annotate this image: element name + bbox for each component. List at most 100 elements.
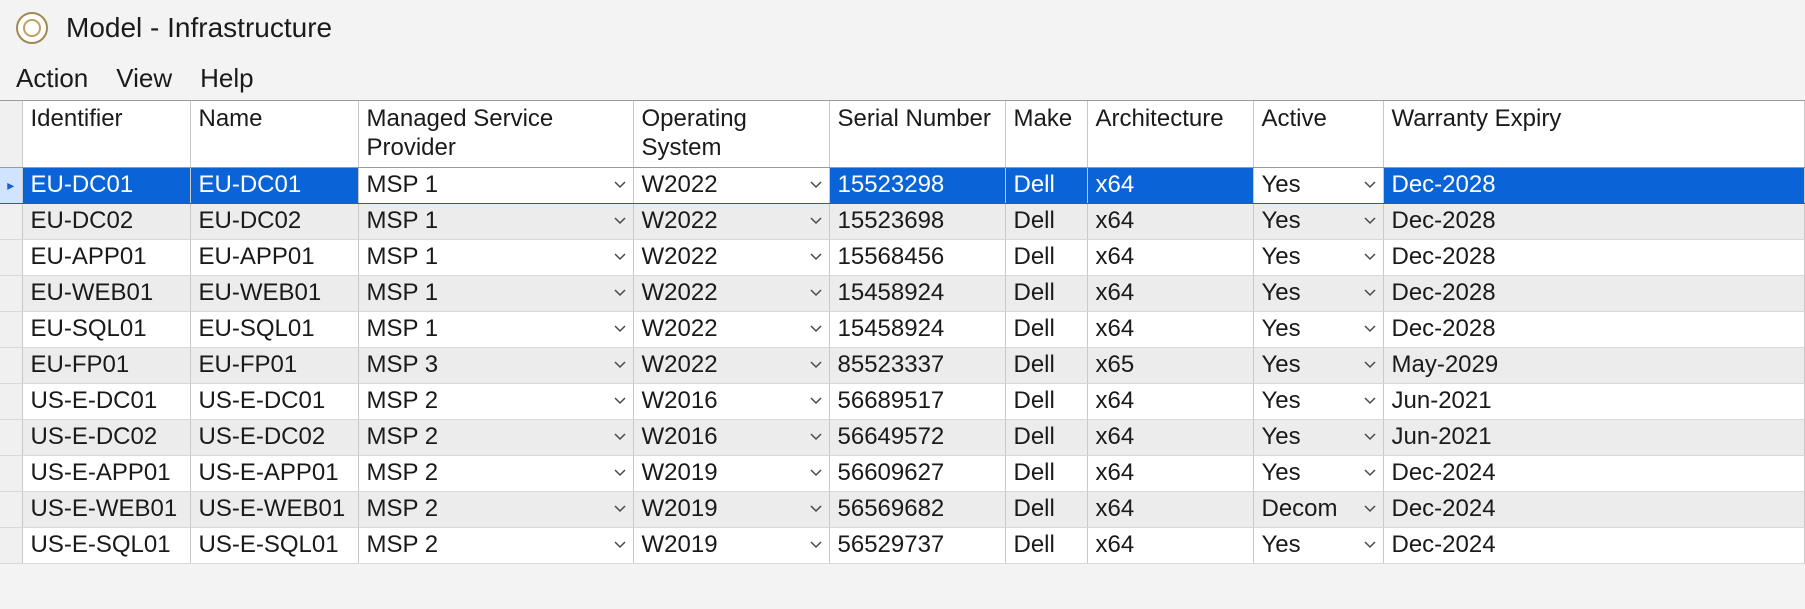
column-header-os[interactable]: Operating System <box>633 101 829 167</box>
chevron-down-icon[interactable] <box>1363 430 1377 444</box>
chevron-down-icon[interactable] <box>613 286 627 300</box>
row-handle[interactable] <box>0 383 22 419</box>
cell-make[interactable]: Dell <box>1005 491 1087 527</box>
cell-make[interactable]: Dell <box>1005 455 1087 491</box>
cell-make[interactable]: Dell <box>1005 527 1087 563</box>
chevron-down-icon[interactable] <box>809 394 823 408</box>
row-handle[interactable]: ▸ <box>0 167 22 203</box>
menu-action[interactable]: Action <box>16 63 88 94</box>
cell-make[interactable]: Dell <box>1005 203 1087 239</box>
cell-os[interactable]: W2022 <box>633 347 829 383</box>
cell-arch[interactable]: x64 <box>1087 455 1253 491</box>
menu-help[interactable]: Help <box>200 63 253 94</box>
cell-os[interactable]: W2022 <box>633 311 829 347</box>
cell-warranty[interactable]: Jun-2021 <box>1383 383 1805 419</box>
row-handle[interactable] <box>0 239 22 275</box>
cell-identifier[interactable]: US-E-DC02 <box>22 419 190 455</box>
cell-serial[interactable]: 15568456 <box>829 239 1005 275</box>
row-handle[interactable] <box>0 455 22 491</box>
cell-warranty[interactable]: Dec-2028 <box>1383 239 1805 275</box>
cell-serial[interactable]: 56689517 <box>829 383 1005 419</box>
table-row[interactable]: US-E-SQL01US-E-SQL01MSP 2W201956529737De… <box>0 527 1805 563</box>
chevron-down-icon[interactable] <box>613 250 627 264</box>
cell-name[interactable]: EU-DC01 <box>190 167 358 203</box>
chevron-down-icon[interactable] <box>613 322 627 336</box>
chevron-down-icon[interactable] <box>613 394 627 408</box>
row-handle[interactable] <box>0 419 22 455</box>
column-header-arch[interactable]: Architecture <box>1087 101 1253 167</box>
cell-msp[interactable]: MSP 1 <box>358 203 633 239</box>
menu-view[interactable]: View <box>116 63 172 94</box>
cell-serial[interactable]: 15458924 <box>829 275 1005 311</box>
cell-warranty[interactable]: Dec-2028 <box>1383 203 1805 239</box>
cell-os[interactable]: W2022 <box>633 275 829 311</box>
cell-arch[interactable]: x64 <box>1087 203 1253 239</box>
table-row[interactable]: ▸EU-DC01EU-DC01MSP 1W202215523298Dellx64… <box>0 167 1805 203</box>
cell-identifier[interactable]: EU-DC02 <box>22 203 190 239</box>
chevron-down-icon[interactable] <box>809 250 823 264</box>
cell-arch[interactable]: x64 <box>1087 239 1253 275</box>
cell-identifier[interactable]: EU-WEB01 <box>22 275 190 311</box>
cell-make[interactable]: Dell <box>1005 383 1087 419</box>
chevron-down-icon[interactable] <box>613 214 627 228</box>
cell-msp[interactable]: MSP 2 <box>358 491 633 527</box>
cell-name[interactable]: US-E-DC02 <box>190 419 358 455</box>
cell-name[interactable]: EU-DC02 <box>190 203 358 239</box>
row-handle[interactable] <box>0 311 22 347</box>
cell-os[interactable]: W2019 <box>633 527 829 563</box>
cell-serial[interactable]: 85523337 <box>829 347 1005 383</box>
cell-identifier[interactable]: US-E-SQL01 <box>22 527 190 563</box>
column-header-handle[interactable] <box>0 101 22 167</box>
cell-msp[interactable]: MSP 2 <box>358 419 633 455</box>
cell-active[interactable]: Yes <box>1253 203 1383 239</box>
chevron-down-icon[interactable] <box>613 178 627 192</box>
chevron-down-icon[interactable] <box>1363 286 1377 300</box>
cell-os[interactable]: W2016 <box>633 419 829 455</box>
chevron-down-icon[interactable] <box>613 430 627 444</box>
cell-name[interactable]: US-E-DC01 <box>190 383 358 419</box>
cell-identifier[interactable]: EU-FP01 <box>22 347 190 383</box>
cell-identifier[interactable]: US-E-APP01 <box>22 455 190 491</box>
chevron-down-icon[interactable] <box>809 502 823 516</box>
cell-arch[interactable]: x64 <box>1087 275 1253 311</box>
cell-warranty[interactable]: Dec-2028 <box>1383 167 1805 203</box>
column-header-make[interactable]: Make <box>1005 101 1087 167</box>
cell-identifier[interactable]: EU-SQL01 <box>22 311 190 347</box>
chevron-down-icon[interactable] <box>1363 178 1377 192</box>
cell-msp[interactable]: MSP 1 <box>358 311 633 347</box>
chevron-down-icon[interactable] <box>809 538 823 552</box>
table-row[interactable]: EU-FP01EU-FP01MSP 3W202285523337Dellx65Y… <box>0 347 1805 383</box>
chevron-down-icon[interactable] <box>1363 358 1377 372</box>
cell-msp[interactable]: MSP 1 <box>358 275 633 311</box>
cell-warranty[interactable]: Dec-2028 <box>1383 275 1805 311</box>
cell-identifier[interactable]: US-E-DC01 <box>22 383 190 419</box>
table-row[interactable]: US-E-DC01US-E-DC01MSP 2W201656689517Dell… <box>0 383 1805 419</box>
cell-msp[interactable]: MSP 3 <box>358 347 633 383</box>
chevron-down-icon[interactable] <box>1363 322 1377 336</box>
column-header-identifier[interactable]: Identifier <box>22 101 190 167</box>
cell-arch[interactable]: x64 <box>1087 527 1253 563</box>
cell-active[interactable]: Yes <box>1253 455 1383 491</box>
cell-warranty[interactable]: Dec-2024 <box>1383 491 1805 527</box>
chevron-down-icon[interactable] <box>1363 394 1377 408</box>
row-handle[interactable] <box>0 203 22 239</box>
cell-active[interactable]: Yes <box>1253 167 1383 203</box>
cell-msp[interactable]: MSP 1 <box>358 167 633 203</box>
cell-name[interactable]: EU-FP01 <box>190 347 358 383</box>
table-row[interactable]: EU-DC02EU-DC02MSP 1W202215523698Dellx64Y… <box>0 203 1805 239</box>
table-row[interactable]: EU-SQL01EU-SQL01MSP 1W202215458924Dellx6… <box>0 311 1805 347</box>
chevron-down-icon[interactable] <box>809 358 823 372</box>
table-row[interactable]: US-E-APP01US-E-APP01MSP 2W201956609627De… <box>0 455 1805 491</box>
cell-active[interactable]: Yes <box>1253 527 1383 563</box>
chevron-down-icon[interactable] <box>809 430 823 444</box>
cell-make[interactable]: Dell <box>1005 167 1087 203</box>
cell-make[interactable]: Dell <box>1005 311 1087 347</box>
cell-arch[interactable]: x64 <box>1087 419 1253 455</box>
column-header-name[interactable]: Name <box>190 101 358 167</box>
cell-active[interactable]: Decom <box>1253 491 1383 527</box>
cell-make[interactable]: Dell <box>1005 347 1087 383</box>
row-handle[interactable] <box>0 527 22 563</box>
cell-arch[interactable]: x65 <box>1087 347 1253 383</box>
cell-msp[interactable]: MSP 2 <box>358 527 633 563</box>
cell-msp[interactable]: MSP 1 <box>358 239 633 275</box>
